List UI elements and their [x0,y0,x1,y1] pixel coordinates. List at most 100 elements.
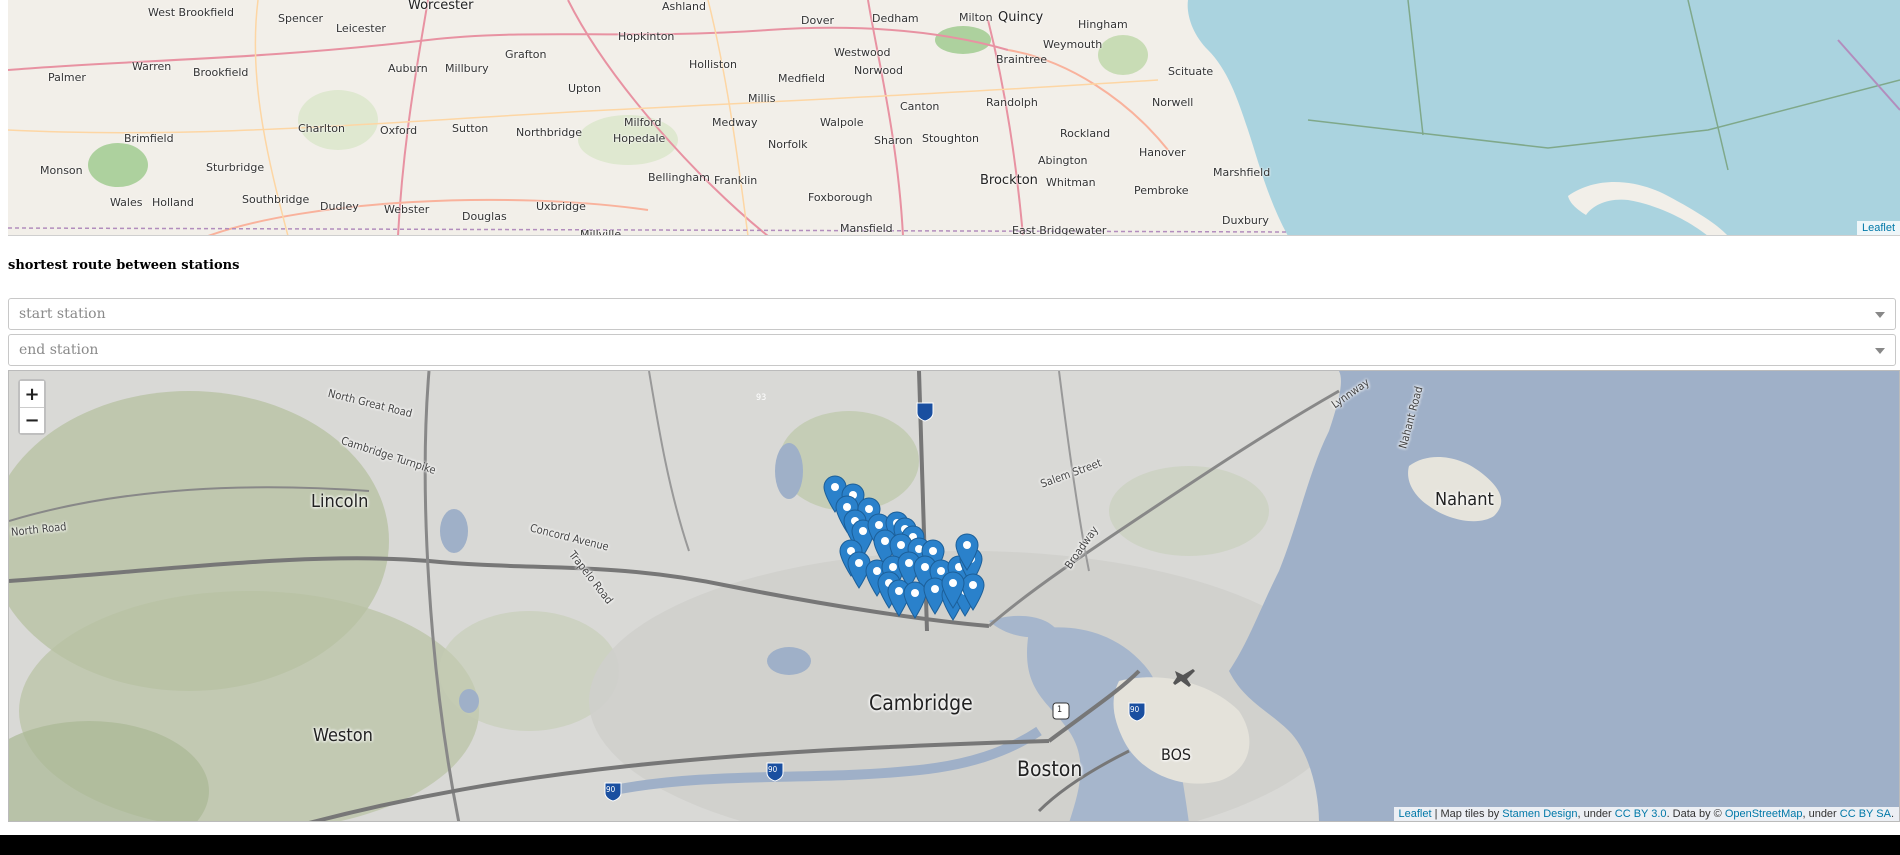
end-station-select[interactable]: end station [8,334,1896,366]
map-attribution: Leaflet | Map tiles by Stamen Design, un… [1393,807,1899,821]
place-label: Worcester [408,0,474,13]
place-label: Sharon [874,134,913,147]
us-route-1-label: 1 [1057,705,1063,715]
place-label: Charlton [298,122,345,135]
place-label: Brookfield [193,66,249,79]
place-label: Canton [900,100,940,113]
interstate-93-shield [916,402,934,422]
taskbar [0,835,1900,855]
place-label: Braintree [996,53,1047,66]
map-label-bos: BOS [1161,745,1192,764]
place-label: Franklin [714,174,758,187]
place-label: Bellingham [648,171,710,184]
place-label: Hopedale [613,132,666,145]
overview-map[interactable]: West Brookfield Spencer Leicester Worces… [8,0,1900,236]
place-label: Auburn [388,62,428,75]
map-label-lincoln: Lincoln [311,491,369,512]
place-label: Millbury [445,62,489,75]
place-label: Quincy [998,10,1044,25]
place-label: Scituate [1168,65,1214,78]
place-label: Duxbury [1222,214,1269,227]
place-label: Douglas [462,210,507,223]
leaflet-link[interactable]: Leaflet [1862,222,1895,234]
place-label: Holland [152,196,194,209]
place-label: Norfolk [768,138,808,151]
overview-attribution: Leaflet [1856,221,1900,235]
place-label: Oxford [380,124,418,137]
place-label: Marshfield [1213,166,1271,179]
place-label: Abington [1038,154,1088,167]
map-label-nahant: Nahant [1435,489,1494,510]
station-map[interactable]: 93 1 90 90 90 Lincoln Weston Nahant Camb… [8,370,1900,822]
place-label: Hopkinton [618,30,675,43]
cc-by-sa-link[interactable]: CC BY SA [1840,808,1891,820]
place-label: Pembroke [1134,184,1189,197]
zoom-out-button[interactable]: − [20,407,44,433]
chevron-down-icon[interactable] [1875,312,1885,318]
place-label: Medway [712,116,758,129]
interstate-90-label: 90 [606,785,616,794]
zoom-in-button[interactable]: + [20,381,44,407]
start-station-select[interactable]: start station [8,298,1896,330]
place-label: Whitman [1046,176,1096,189]
place-label: Uxbridge [536,200,586,213]
start-station-placeholder: start station [19,306,106,322]
station-marker[interactable] [941,571,965,609]
place-label: Dedham [872,12,919,25]
place-label: Warren [132,60,172,73]
place-label: Norwood [854,64,903,77]
place-label: Foxborough [808,191,873,204]
place-label: Walpole [820,116,864,129]
place-label: Leicester [336,22,386,35]
place-label: Millville [580,228,622,236]
place-label: Spencer [278,12,324,25]
place-label: Webster [384,203,430,216]
attribution-text: , under [1577,808,1615,820]
place-label: West Brookfield [148,6,234,19]
map-label-weston: Weston [313,725,373,746]
place-label: Brimfield [124,132,174,145]
place-label: Weymouth [1043,38,1103,51]
place-label: Norwell [1152,96,1194,109]
place-label: Westwood [834,46,891,59]
place-label: Milton [959,11,993,24]
place-label: Mansfield [840,222,893,235]
place-label: Northbridge [516,126,583,139]
place-label: Palmer [48,71,86,84]
place-label: Upton [568,82,602,95]
map-label-boston: Boston [1017,757,1083,781]
attribution-text: | Map tiles by [1431,808,1503,820]
place-label: Dover [801,14,834,27]
zoom-control: + − [18,379,46,435]
place-label: Grafton [505,48,547,61]
place-label: Southbridge [242,193,310,206]
place-label: East Bridgewater [1012,224,1107,236]
interstate-90-label: 90 [768,765,778,774]
map-label-cambridge: Cambridge [869,691,973,715]
openstreetmap-link[interactable]: OpenStreetMap [1725,808,1803,820]
place-label: Brockton [980,173,1038,188]
place-label: Hanover [1139,146,1186,159]
interstate-93-label: 93 [756,393,767,403]
page-title: shortest route between stations [8,258,240,273]
station-marker[interactable] [955,533,979,571]
place-label: Hingham [1078,18,1128,31]
place-label: Medfield [778,72,825,85]
chevron-down-icon[interactable] [1875,348,1885,354]
cc-by-link[interactable]: CC BY 3.0 [1615,808,1667,820]
attribution-text: . Data by © [1666,808,1725,820]
place-label: Sutton [452,122,489,135]
leaflet-link[interactable]: Leaflet [1399,808,1432,820]
stamen-link[interactable]: Stamen Design [1502,808,1577,820]
place-label: Randolph [986,96,1038,109]
place-label: Stoughton [922,132,979,145]
place-label: Holliston [689,58,737,71]
place-label: Dudley [320,200,359,213]
place-label: Millis [748,92,776,105]
place-label: Milford [624,116,662,129]
place-label: Sturbridge [206,161,265,174]
place-label: Rockland [1060,127,1111,140]
place-label: Wales [110,196,143,209]
place-label: Ashland [662,0,706,13]
attribution-text: . [1890,808,1894,820]
